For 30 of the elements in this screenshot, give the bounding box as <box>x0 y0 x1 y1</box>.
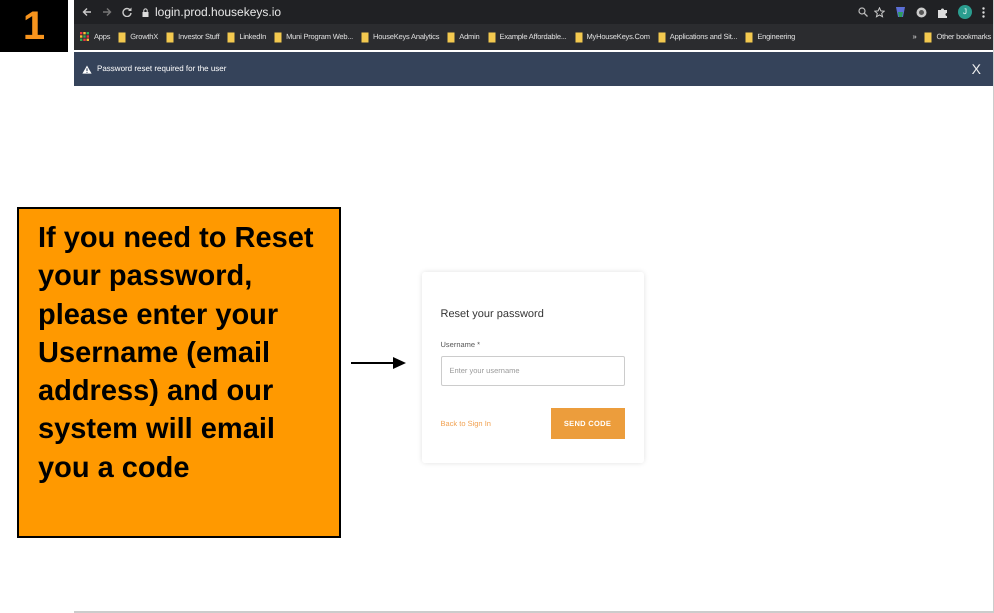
extension-icon[interactable] <box>916 6 927 18</box>
back-icon[interactable] <box>82 7 92 17</box>
menu-icon[interactable] <box>982 6 985 18</box>
step-number-badge: 1 <box>0 0 68 52</box>
url-text[interactable]: login.prod.housekeys.io <box>155 3 282 21</box>
lock-icon <box>142 8 149 16</box>
star-icon[interactable] <box>874 6 885 18</box>
folder-icon <box>118 32 126 42</box>
extension-icon[interactable] <box>895 6 906 18</box>
folder-icon <box>658 32 666 42</box>
folder-icon <box>166 32 174 42</box>
reload-icon[interactable] <box>122 7 132 17</box>
instruction-callout: If you need to Reset your password, please enter your Username (email address) and our system will email you a code <box>17 207 341 538</box>
folder-icon <box>924 32 932 42</box>
form-title: Reset your password <box>440 307 545 322</box>
close-button[interactable]: X <box>968 58 985 80</box>
folder-icon <box>227 32 236 42</box>
arrow-icon <box>351 356 407 370</box>
apps-grid-icon <box>80 32 90 42</box>
folder-icon <box>745 32 754 42</box>
folder-icon <box>488 32 496 42</box>
puzzle-icon[interactable] <box>937 6 948 18</box>
forward-icon[interactable] <box>102 7 112 17</box>
folder-icon <box>574 32 582 42</box>
folder-icon <box>274 32 282 42</box>
warning-icon <box>82 64 92 74</box>
alert-message: Password reset required for the user <box>97 63 226 75</box>
folder-icon <box>447 32 456 42</box>
folder-icon <box>361 32 370 42</box>
zoom-icon[interactable] <box>858 7 868 17</box>
